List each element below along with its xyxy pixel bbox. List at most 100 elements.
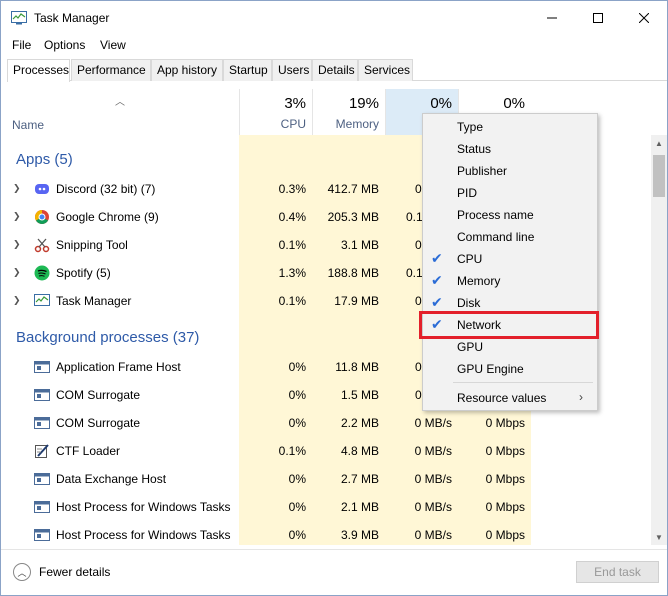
menu-item-type[interactable]: Type [423, 116, 597, 138]
disk-value: 0 [415, 294, 422, 308]
menu-options[interactable]: Options [44, 38, 85, 52]
chevron-right-icon: › [579, 390, 583, 404]
cpu-value: 1.3% [278, 266, 306, 280]
title-bar[interactable]: Task Manager [1, 1, 667, 35]
menu-item-pid[interactable]: PID [423, 182, 597, 204]
menu-item-label: Memory [457, 274, 501, 288]
memory-value: 4.8 MB [340, 444, 379, 458]
tab-processes[interactable]: Processes [7, 59, 70, 82]
tab-app-history[interactable]: App history [151, 59, 223, 81]
tab-users[interactable]: Users [272, 59, 312, 81]
tab-startup[interactable]: Startup [223, 59, 272, 81]
menu-item-resource-values[interactable]: Resource values › [423, 387, 597, 409]
ctf-loader-icon [35, 444, 49, 458]
menu-file[interactable]: File [12, 38, 31, 52]
menu-item-cpu[interactable]: ✔ CPU [423, 248, 597, 270]
process-name: Data Exchange Host [56, 472, 167, 486]
discord-icon [35, 184, 49, 194]
expand-icon[interactable]: ❯ [13, 267, 21, 278]
menu-item-label: Process name [457, 208, 534, 222]
expand-icon[interactable]: ❯ [13, 183, 21, 194]
end-task-button[interactable]: End task [576, 561, 659, 583]
column-memory[interactable]: 19% Memory [312, 89, 385, 135]
tab-services[interactable]: Services [358, 59, 413, 81]
menu-item-label: Publisher [457, 164, 508, 178]
memory-value: 3.9 MB [340, 528, 379, 542]
disk-value: 0 MB/s [414, 416, 452, 430]
table-row[interactable]: Host Process for Windows Tasks 0% 3.9 MB… [1, 521, 651, 545]
checkmark-icon: ✔ [431, 294, 443, 310]
fewer-details-link[interactable]: Fewer details [39, 565, 110, 579]
cpu-value: 0% [288, 500, 306, 514]
menu-item-process-name[interactable]: Process name [423, 204, 597, 226]
memory-label: Memory [335, 117, 379, 131]
scroll-thumb[interactable] [653, 155, 665, 197]
scroll-up-icon[interactable]: ▲ [655, 139, 663, 148]
process-name: COM Surrogate [56, 416, 141, 430]
vertical-scrollbar[interactable]: ▲ ▼ [651, 135, 667, 545]
column-name[interactable]: Name [12, 118, 44, 132]
cpu-value: 0.1% [278, 238, 306, 252]
app-window-icon [34, 529, 50, 541]
group-title: Background processes (37) [16, 329, 200, 346]
app-window-icon [34, 361, 50, 373]
snipping-tool-icon [34, 238, 50, 253]
memory-value: 2.1 MB [340, 500, 379, 514]
menu-item-gpu[interactable]: GPU [423, 336, 597, 358]
annotation-highlight-box [419, 311, 599, 339]
minimize-icon [547, 17, 557, 19]
memory-value: 3.1 MB [340, 238, 379, 252]
network-value: 0 Mbps [485, 472, 525, 486]
expand-icon[interactable]: ❯ [13, 295, 21, 306]
tab-performance[interactable]: Performance [71, 59, 151, 81]
sort-caret-icon[interactable]: ︿ [115, 93, 125, 108]
process-name: CTF Loader [56, 444, 121, 458]
network-value: 0 Mbps [485, 444, 525, 458]
process-name: COM Surrogate [56, 388, 141, 402]
process-name: Application Frame Host [56, 360, 181, 374]
app-window-icon [34, 473, 50, 485]
maximize-button[interactable] [575, 1, 621, 35]
column-cpu[interactable]: 3% CPU [239, 89, 312, 135]
menu-item-command-line[interactable]: Command line [423, 226, 597, 248]
menu-item-status[interactable]: Status [423, 138, 597, 160]
chevron-up-icon[interactable]: ︿ [13, 563, 31, 581]
cpu-value: 0.1% [278, 294, 306, 308]
column-context-menu: Type Status Publisher PID Process name C… [422, 113, 598, 411]
close-button[interactable] [621, 1, 667, 35]
disk-value: 0.1 [406, 266, 423, 280]
expand-icon[interactable]: ❯ [13, 239, 21, 250]
network-percent: 0% [503, 95, 525, 112]
process-name: Snipping Tool [56, 238, 128, 252]
task-manager-icon [34, 294, 50, 306]
memory-value: 205.3 MB [327, 210, 379, 224]
expand-icon[interactable]: ❯ [13, 211, 21, 222]
scroll-down-icon[interactable]: ▼ [655, 533, 663, 542]
table-row[interactable]: COM Surrogate 0% 2.2 MB 0 MB/s 0 Mbps [1, 409, 651, 437]
menu-item-label: GPU Engine [457, 362, 524, 376]
memory-value: 1.5 MB [340, 388, 379, 402]
menu-item-gpu-engine[interactable]: GPU Engine [423, 358, 597, 380]
tab-details[interactable]: Details [312, 59, 358, 81]
table-row[interactable]: Host Process for Windows Tasks 0% 2.1 MB… [1, 493, 651, 521]
process-name: Task Manager [56, 294, 132, 308]
cpu-value: 0% [288, 360, 306, 374]
menu-view[interactable]: View [100, 38, 126, 52]
menu-item-label: Disk [457, 296, 481, 310]
network-value: 0 Mbps [485, 416, 525, 430]
app-window-icon [34, 417, 50, 429]
process-name: Host Process for Windows Tasks [56, 500, 231, 514]
disk-value: 0 [415, 360, 422, 374]
table-row[interactable]: CTF Loader 0.1% 4.8 MB 0 MB/s 0 Mbps [1, 437, 651, 465]
menu-item-memory[interactable]: ✔ Memory [423, 270, 597, 292]
disk-value: 0 [415, 388, 422, 402]
menu-item-publisher[interactable]: Publisher [423, 160, 597, 182]
memory-percent: 19% [348, 95, 379, 112]
cpu-value: 0% [288, 472, 306, 486]
minimize-button[interactable] [529, 1, 575, 35]
table-row[interactable]: Data Exchange Host 0% 2.7 MB 0 MB/s 0 Mb… [1, 465, 651, 493]
app-window-icon [34, 389, 50, 401]
disk-percent: 0% [430, 95, 452, 112]
process-name: Google Chrome (9) [56, 210, 159, 224]
disk-value: 0 MB/s [414, 472, 452, 486]
